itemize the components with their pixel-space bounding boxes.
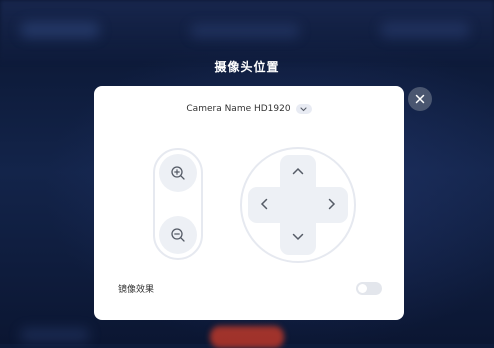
pan-left-button[interactable] [256,196,272,212]
pan-right-button[interactable] [324,196,340,212]
background-element [20,328,90,342]
zoom-out-button[interactable] [159,216,197,254]
chevron-down-icon [300,106,307,111]
background-red-button [210,326,284,348]
toggle-knob [358,284,367,293]
pan-down-button[interactable] [290,229,306,245]
background-element [20,22,100,38]
camera-name: Camera Name HD1920 [186,104,291,114]
background-element [190,24,300,38]
zoom-in-icon [171,166,185,180]
background-element [380,22,470,38]
mirror-effect-toggle[interactable] [356,282,382,295]
mirror-effect-label: 镜像效果 [118,285,155,295]
zoom-in-button[interactable] [159,154,197,192]
zoom-out-icon [171,228,185,242]
chevron-left-icon [260,198,268,210]
dialog-title: 摄像头位置 [214,60,280,74]
chevron-right-icon [328,198,336,210]
close-button[interactable] [408,87,432,111]
camera-selector[interactable]: Camera Name HD1920 [94,104,404,114]
pan-up-button[interactable] [290,163,306,179]
close-icon [415,94,425,104]
camera-position-panel: Camera Name HD1920 镜像效果 [94,86,404,320]
direction-pad [240,147,356,263]
zoom-control [153,148,203,260]
camera-dropdown-button[interactable] [295,104,312,114]
chevron-up-icon [292,167,304,175]
chevron-down-icon [292,233,304,241]
